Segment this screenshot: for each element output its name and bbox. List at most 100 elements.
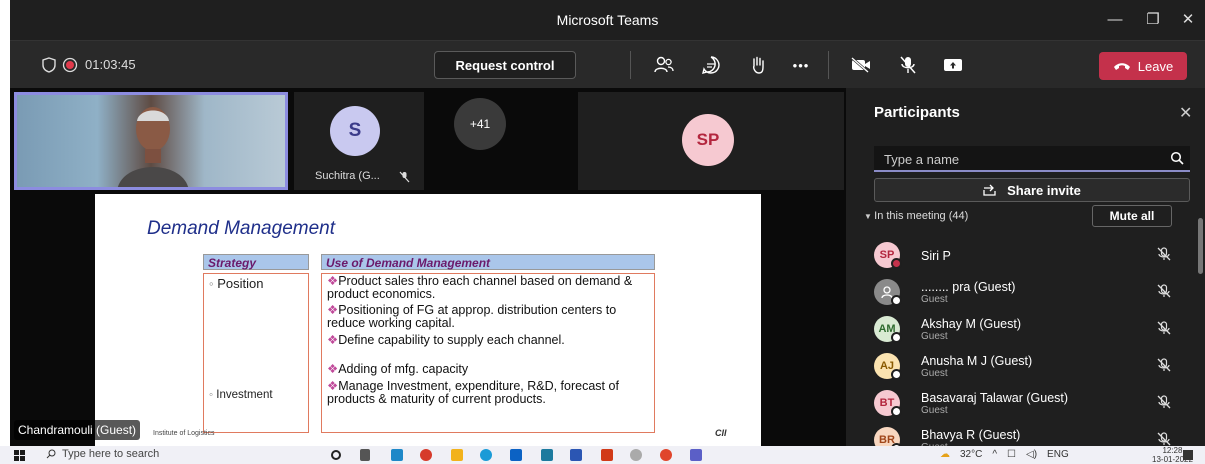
mic-off-icon[interactable] — [1156, 246, 1172, 262]
participant-tile-sp[interactable]: SP — [578, 92, 844, 190]
notifications-icon[interactable] — [1183, 450, 1193, 460]
window-title: Microsoft Teams — [556, 12, 659, 28]
participants-icon[interactable] — [651, 53, 677, 77]
system-tray: ☁ 32°C ^ ☐ ◁) ENG — [940, 449, 1069, 460]
presenter-video[interactable] — [14, 92, 288, 190]
weather-icon: ☁ — [940, 449, 950, 460]
taskbar-search[interactable]: Type here to search — [46, 448, 159, 460]
windows-start-icon[interactable] — [14, 450, 25, 461]
file-explorer-icon[interactable] — [451, 449, 463, 461]
network-icon[interactable]: ☐ — [1007, 449, 1016, 460]
camera-off-icon[interactable] — [848, 53, 874, 77]
slide-bullet: ❖Manage Investment, expenditure, R&D, fo… — [327, 379, 619, 406]
leave-button[interactable]: Leave — [1099, 52, 1187, 80]
participant-name: Basavaraj Talawar (Guest) — [921, 391, 1069, 405]
strategy-position: ◦ Position — [209, 276, 264, 291]
participant-tile-suchitra[interactable]: S Suchitra (G... — [294, 92, 424, 190]
participant-name: ........ pra (Guest) — [921, 280, 1016, 294]
participant-name: Anusha M J (Guest) — [921, 354, 1033, 368]
in-meeting-header[interactable]: ▼ In this meeting (44) — [864, 210, 968, 222]
toolbar-divider — [630, 51, 631, 79]
phone-hangup-icon — [1113, 63, 1130, 70]
request-control-button[interactable]: Request control — [434, 51, 576, 79]
institute-logo: Institute of Logistics — [153, 430, 215, 437]
presence-status-icon — [891, 258, 902, 269]
maximize-button[interactable]: ❐ — [1138, 6, 1168, 32]
volume-icon[interactable]: ◁) — [1026, 449, 1037, 460]
overflow-tile[interactable]: +41 — [430, 92, 570, 190]
share-invite-label: Share invite — [1007, 182, 1081, 198]
collapse-caret-icon: ▼ — [864, 212, 875, 221]
task-view-icon[interactable] — [360, 449, 370, 461]
search-icon — [46, 449, 56, 459]
participant-role: Guest — [921, 331, 948, 342]
close-window-button[interactable]: ✕ — [1173, 6, 1203, 32]
participant-search-input[interactable] — [884, 150, 1144, 168]
language-indicator[interactable]: ENG — [1047, 449, 1069, 460]
cii-logo: CII — [715, 428, 727, 438]
participant-row[interactable]: ........ pra (Guest) Guest — [846, 272, 1196, 309]
minimize-button[interactable]: — — [1100, 6, 1130, 32]
taskbar-search-placeholder: Type here to search — [62, 448, 160, 460]
mic-off-icon[interactable] — [1156, 431, 1172, 447]
avatar: S — [330, 106, 380, 156]
app-icon[interactable] — [630, 449, 642, 461]
participant-list: SP Siri P........ pra (Guest) Guest AM Aksha… — [846, 235, 1196, 457]
participant-search-field[interactable] — [874, 146, 1190, 172]
weather-text: 32°C — [960, 449, 983, 460]
participant-name: Bhavya R (Guest) — [921, 428, 1021, 442]
scrollbar[interactable] — [1198, 218, 1203, 274]
overflow-count: +41 — [454, 98, 506, 150]
tray-up-icon[interactable]: ^ — [992, 449, 997, 460]
windows-taskbar: Type here to search ☁ 32°C ^ ☐ ◁) ENG 12… — [0, 446, 1205, 464]
mic-off-icon[interactable] — [1156, 357, 1172, 373]
participant-row[interactable]: BT Basavaraj Talawar (Guest) Guest — [846, 383, 1196, 420]
participant-role: Guest — [921, 368, 948, 379]
shared-slide: Demand Management Strategy Use of Demand… — [95, 194, 761, 446]
participant-name: Siri P — [921, 249, 951, 263]
presenter-name-tag: Chandramouli (Guest) — [14, 420, 141, 440]
mic-off-icon[interactable] — [1156, 394, 1172, 410]
strategy-investment: ◦ Investment — [209, 389, 273, 401]
presence-status-icon — [891, 295, 902, 306]
chat-icon[interactable] — [698, 53, 724, 77]
search-icon[interactable] — [1170, 151, 1184, 165]
slide-bullet: ❖Positioning of FG at approp. distributi… — [327, 303, 617, 330]
mic-off-icon[interactable] — [1156, 283, 1172, 299]
slide-title: Demand Management — [147, 218, 335, 239]
mic-off-icon[interactable] — [895, 53, 921, 77]
more-options-icon[interactable]: ••• — [788, 53, 814, 77]
presence-status-icon — [891, 332, 902, 343]
presence-status-icon — [891, 369, 902, 380]
slide-bullet: ❖Define capability to supply each channe… — [327, 333, 565, 347]
office-icon[interactable] — [601, 449, 613, 461]
raise-hand-icon[interactable] — [745, 53, 771, 77]
opera-icon[interactable] — [420, 449, 432, 461]
browser-icon[interactable] — [480, 449, 492, 461]
edge-icon[interactable] — [391, 449, 403, 461]
meeting-toolbar: 01:03:45 Request control ••• Leave — [10, 40, 1205, 88]
cortana-icon[interactable] — [331, 450, 341, 460]
share-invite-button[interactable]: Share invite — [874, 178, 1190, 202]
meeting-timer: 01:03:45 — [85, 57, 136, 72]
mic-off-icon[interactable] — [1156, 320, 1172, 336]
close-panel-icon[interactable]: ✕ — [1179, 103, 1192, 123]
teams-icon[interactable] — [690, 449, 702, 461]
slide-bullet: ❖Adding of mfg. capacity — [327, 362, 469, 376]
participant-name: Akshay M (Guest) — [921, 317, 1022, 331]
table-header-strategy: Strategy — [203, 254, 309, 270]
mute-all-button[interactable]: Mute all — [1092, 205, 1172, 227]
slide-bullet: ❖Product sales thro each channel based o… — [327, 274, 633, 301]
avatar: SP — [682, 114, 734, 166]
mic-off-icon — [399, 171, 410, 183]
chrome-icon[interactable] — [660, 449, 672, 461]
dropbox-icon[interactable] — [510, 449, 522, 461]
participant-row[interactable]: AJ Anusha M J (Guest) Guest — [846, 346, 1196, 383]
participant-row[interactable]: SP Siri P — [846, 235, 1196, 272]
share-screen-icon[interactable] — [940, 53, 966, 77]
toolbar-divider — [828, 51, 829, 79]
word-icon[interactable] — [570, 449, 582, 461]
store-icon[interactable] — [541, 449, 553, 461]
title-bar: Microsoft Teams — ❐ ✕ — [10, 0, 1205, 40]
participant-row[interactable]: AM Akshay M (Guest) Guest — [846, 309, 1196, 346]
